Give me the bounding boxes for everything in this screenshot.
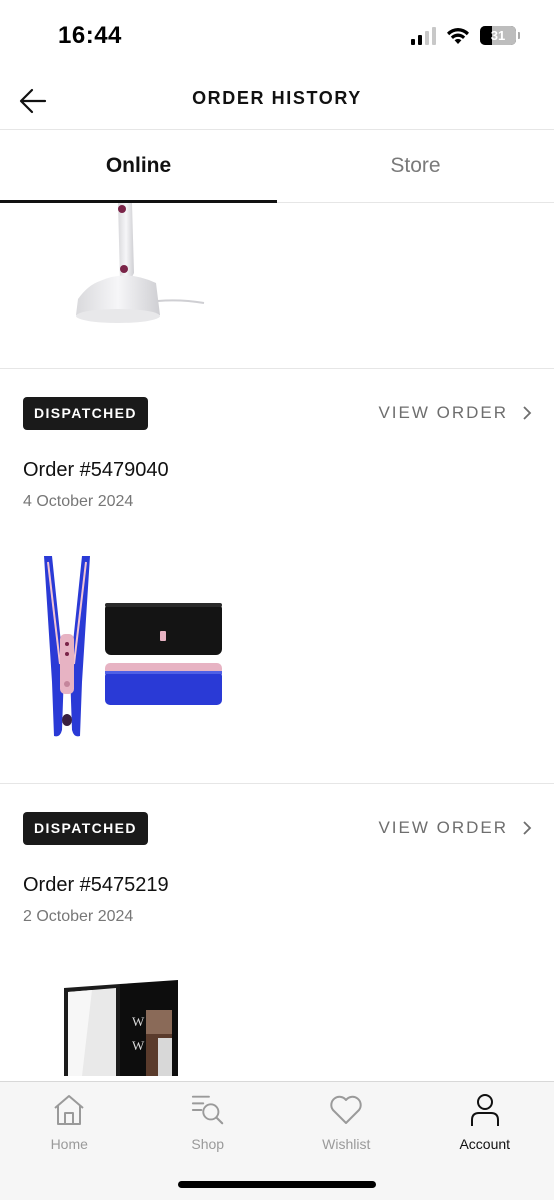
- view-order-button[interactable]: VIEW ORDER: [378, 403, 532, 423]
- home-indicator: [178, 1181, 376, 1188]
- status-bar: 16:44 31: [0, 0, 554, 72]
- order-card-partial[interactable]: [0, 203, 554, 369]
- bottom-nav: Home Shop Wishlist Account: [0, 1081, 554, 1200]
- battery-level-text: 31: [490, 28, 506, 43]
- order-date: 4 October 2024: [23, 493, 134, 510]
- view-order-button[interactable]: VIEW ORDER: [378, 818, 532, 838]
- hair-straightener-image: [44, 556, 90, 737]
- storage-case-image: [105, 603, 222, 705]
- tab-store[interactable]: Store: [277, 130, 554, 202]
- cosmetic-kit-image: W W: [64, 980, 178, 1076]
- status-time: 16:44: [58, 22, 122, 49]
- order-number: Order #5475219: [23, 874, 169, 896]
- heart-icon: [328, 1092, 364, 1128]
- order-card[interactable]: DISPATCHED VIEW ORDER Order #5479040 4 O…: [0, 369, 554, 784]
- person-icon: [467, 1092, 503, 1128]
- status-icons: 31: [411, 26, 520, 45]
- page-title: ORDER HISTORY: [192, 88, 362, 108]
- chevron-right-icon: [523, 821, 532, 835]
- battery-icon: 31: [480, 26, 520, 45]
- nav-account-label: Account: [459, 1136, 511, 1152]
- status-badge: DISPATCHED: [23, 397, 148, 430]
- svg-text:W: W: [132, 1038, 145, 1053]
- nav-wishlist-label: Wishlist: [322, 1136, 371, 1152]
- hair-steamer-image: [76, 203, 205, 323]
- order-number: Order #5479040: [23, 459, 169, 481]
- order-list: DISPATCHED VIEW ORDER Order #5479040 4 O…: [0, 203, 554, 1081]
- nav-shop-label: Shop: [191, 1136, 225, 1152]
- nav-home[interactable]: Home: [0, 1082, 139, 1200]
- header: ORDER HISTORY: [0, 72, 554, 130]
- order-card[interactable]: DISPATCHED VIEW ORDER Order #5475219 2 O…: [0, 784, 554, 1081]
- order-date: 2 October 2024: [23, 908, 134, 925]
- nav-home-label: Home: [50, 1136, 88, 1152]
- signal-icon: [411, 26, 436, 45]
- chevron-right-icon: [523, 406, 532, 420]
- tab-online[interactable]: Online: [0, 130, 277, 203]
- nav-account[interactable]: Account: [416, 1082, 554, 1200]
- view-order-label: VIEW ORDER: [378, 818, 508, 837]
- tab-bar: Online Store: [0, 130, 554, 203]
- view-order-label: VIEW ORDER: [378, 403, 508, 422]
- home-icon: [51, 1092, 87, 1128]
- wifi-icon: [447, 27, 469, 44]
- status-badge: DISPATCHED: [23, 812, 148, 845]
- shop-search-icon: [190, 1092, 226, 1128]
- svg-text:W: W: [132, 1014, 145, 1029]
